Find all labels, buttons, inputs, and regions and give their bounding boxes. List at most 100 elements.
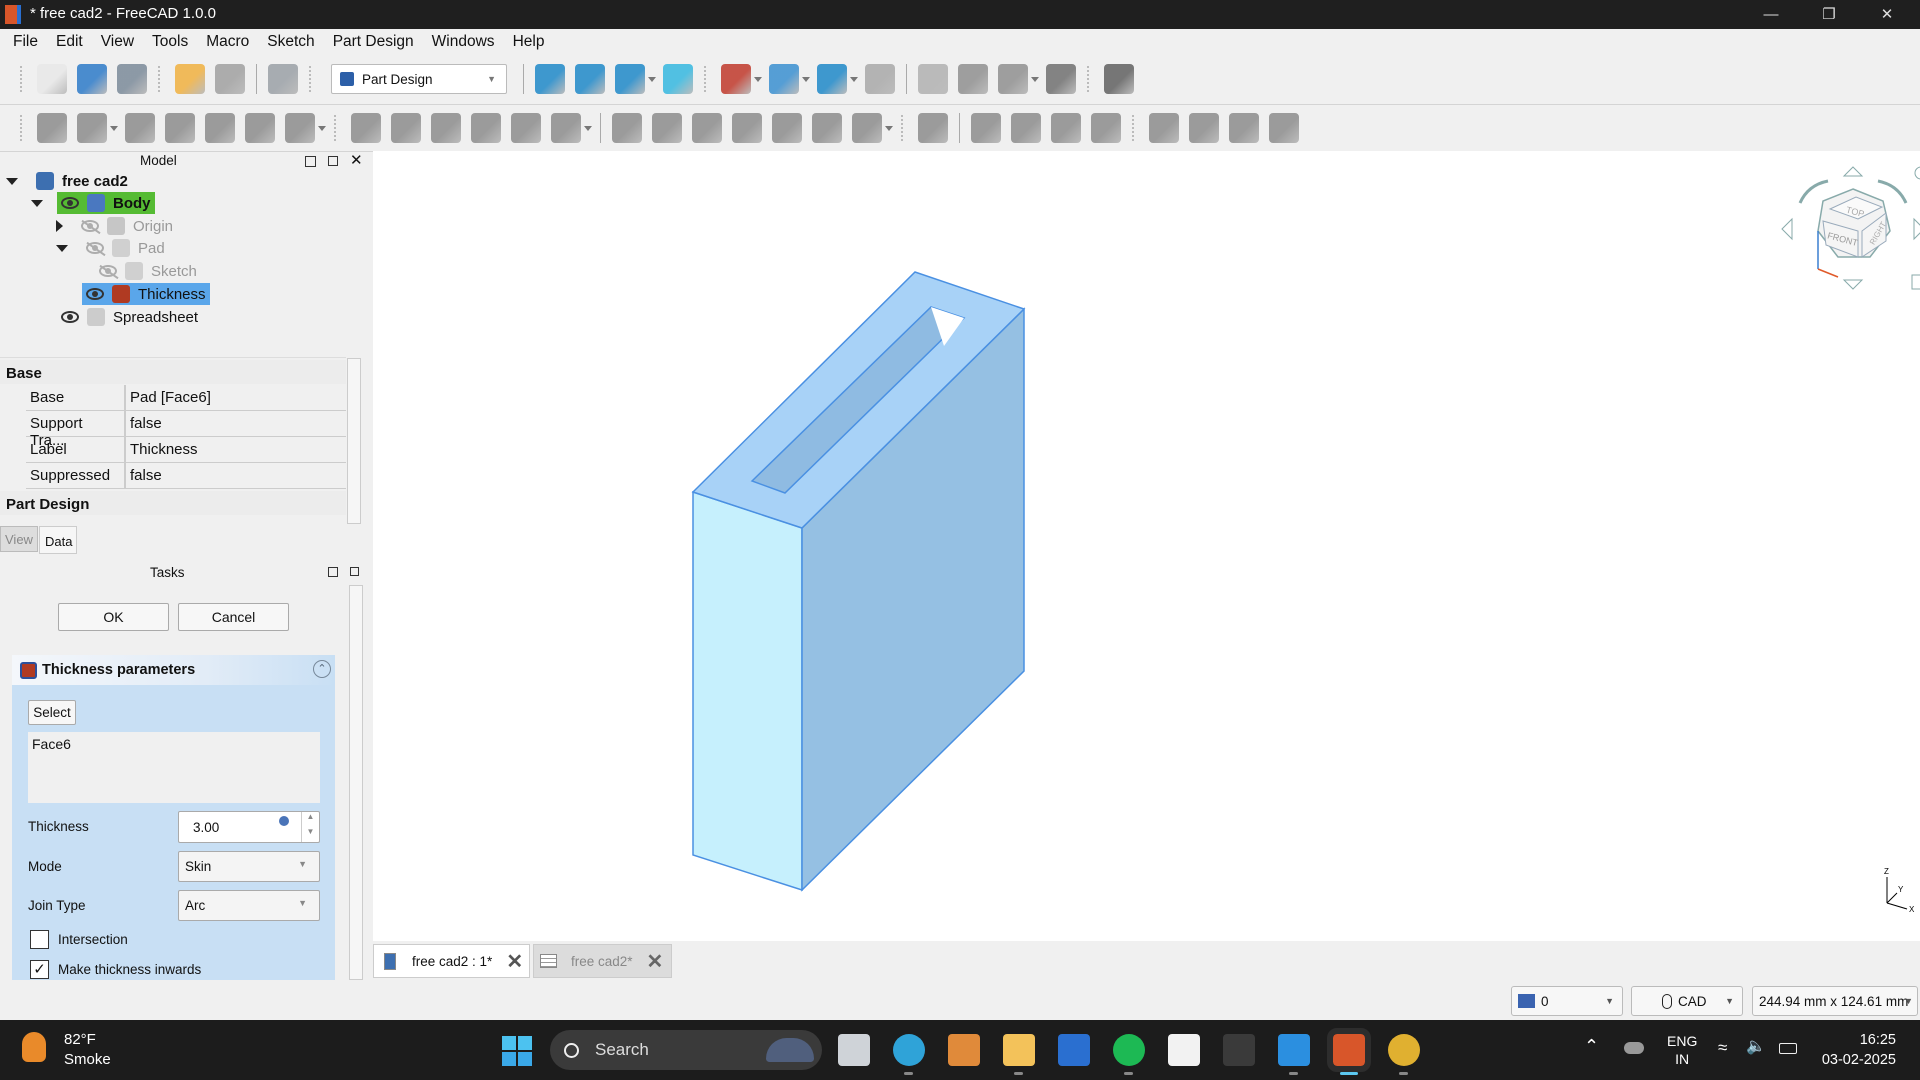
pocket-icon[interactable] xyxy=(612,113,642,143)
doc-tab-3d-view[interactable]: free cad2 : 1* ✕ xyxy=(373,944,530,978)
datum-line-icon[interactable] xyxy=(205,113,235,143)
measure-icon[interactable] xyxy=(865,64,895,94)
fit-selection-icon[interactable] xyxy=(575,64,605,94)
file-explorer-icon[interactable] xyxy=(1003,1034,1035,1066)
freecad-icon[interactable] xyxy=(1327,1028,1371,1072)
macro-icon[interactable] xyxy=(1046,64,1076,94)
property-scrollbar[interactable] xyxy=(347,358,361,524)
restore-button[interactable]: ❐ xyxy=(1800,0,1858,29)
dropdown-arrow-icon[interactable] xyxy=(584,125,592,131)
dropdown-arrow-icon[interactable] xyxy=(110,125,118,131)
menu-view[interactable]: View xyxy=(92,29,143,51)
tab-data[interactable]: Data xyxy=(39,526,77,554)
menu-windows[interactable]: Windows xyxy=(423,29,504,51)
edge-icon[interactable] xyxy=(893,1034,925,1066)
menu-help[interactable]: Help xyxy=(504,29,554,51)
dropdown-arrow-icon[interactable] xyxy=(318,125,326,131)
copilot-icon[interactable] xyxy=(948,1034,980,1066)
battery-icon[interactable] xyxy=(1779,1043,1797,1054)
dropdown-arrow-icon[interactable] xyxy=(885,125,893,131)
model-front-face[interactable] xyxy=(692,490,803,892)
refresh-icon[interactable] xyxy=(268,64,298,94)
menu-part-design[interactable]: Part Design xyxy=(324,29,423,51)
minimize-button[interactable]: — xyxy=(1742,0,1800,29)
tree-item-content[interactable]: Spreadsheet xyxy=(57,306,202,328)
navcube-roll-left-icon[interactable] xyxy=(1798,179,1829,204)
sub-shape-binder-icon[interactable] xyxy=(285,113,315,143)
menu-file[interactable]: File xyxy=(4,29,47,51)
bounding-box-icon[interactable] xyxy=(769,64,799,94)
undock-panel-icon[interactable] xyxy=(328,156,338,166)
create-sketch-icon[interactable] xyxy=(77,113,107,143)
new-document-icon[interactable] xyxy=(37,64,67,94)
tree-item-body[interactable]: Body xyxy=(31,192,155,214)
menu-sketch[interactable]: Sketch xyxy=(258,29,323,51)
chamfer-icon[interactable] xyxy=(1011,113,1041,143)
property-value[interactable]: Pad [Face6] xyxy=(126,385,215,410)
create-body-icon[interactable] xyxy=(37,113,67,143)
microsoft-store-icon[interactable] xyxy=(1168,1034,1200,1066)
expand-down-icon[interactable] xyxy=(31,199,43,207)
doc-tab-spreadsheet[interactable]: free cad2* ✕ xyxy=(533,944,672,978)
mathcad-icon[interactable] xyxy=(1058,1034,1090,1066)
ok-button[interactable]: OK xyxy=(58,603,169,631)
join-type-select[interactable]: Arc ▼ xyxy=(178,890,320,921)
toolbar-grip[interactable] xyxy=(20,66,26,92)
wifi-icon[interactable]: ≈ xyxy=(1718,1038,1727,1058)
tree-item-content[interactable]: Pad xyxy=(82,237,169,259)
weather-temp[interactable]: 82°F xyxy=(64,1031,96,1048)
volume-icon[interactable]: 🔈 xyxy=(1746,1036,1766,1056)
property-row[interactable]: Base Pad [Face6] xyxy=(26,385,346,411)
visibility-eye-icon[interactable] xyxy=(61,197,79,209)
navcube-view-menu-icon[interactable] xyxy=(1911,274,1920,290)
navcube-rotate-left-icon[interactable] xyxy=(1781,217,1793,241)
tree-item-content[interactable]: free cad2 xyxy=(32,170,132,192)
undock-tasks-icon[interactable] xyxy=(350,567,359,576)
dimensions-selector[interactable]: 244.94 mm x 124.61 mm ▼ xyxy=(1752,986,1918,1016)
cancel-button[interactable]: Cancel xyxy=(178,603,289,631)
tree-item-free-cad2[interactable]: free cad2 xyxy=(6,170,132,192)
revolution-icon[interactable] xyxy=(391,113,421,143)
3d-model[interactable] xyxy=(373,151,1920,941)
tree-item-pad[interactable]: Pad xyxy=(56,237,169,259)
zoom-icon[interactable] xyxy=(817,64,847,94)
clock[interactable]: 16:25 03-02-2025 xyxy=(1818,1030,1896,1070)
polar-pattern-icon[interactable] xyxy=(1229,113,1259,143)
hidden-eye-icon[interactable] xyxy=(81,220,99,232)
fit-all-icon[interactable] xyxy=(535,64,565,94)
make-thickness-inwards-checkbox[interactable]: ✓ xyxy=(30,960,49,979)
additive-loft-icon[interactable] xyxy=(431,113,461,143)
standard-views-icon[interactable] xyxy=(615,64,645,94)
property-row[interactable]: Suppressed false xyxy=(26,463,346,489)
face-list[interactable]: Face6 xyxy=(28,732,320,803)
dropdown-arrow-icon[interactable] xyxy=(802,76,810,82)
fillet-icon[interactable] xyxy=(971,113,1001,143)
expand-down-icon[interactable] xyxy=(6,177,18,185)
groove-icon[interactable] xyxy=(692,113,722,143)
mode-select[interactable]: Skin ▼ xyxy=(178,851,320,882)
subtractive-loft-icon[interactable] xyxy=(732,113,762,143)
datum-plane-icon[interactable] xyxy=(245,113,275,143)
show-hidden-icons-button[interactable]: ⌃ xyxy=(1584,1036,1599,1057)
additive-pipe-icon[interactable] xyxy=(471,113,501,143)
save-icon[interactable] xyxy=(117,64,147,94)
navcube-rotate-down-icon[interactable] xyxy=(1842,279,1864,290)
collapse-panel-icon[interactable]: ⌃ xyxy=(313,660,331,678)
create-part-icon[interactable] xyxy=(918,64,948,94)
chrome-icon[interactable] xyxy=(1388,1034,1420,1066)
tasks-scrollbar[interactable] xyxy=(349,585,363,980)
menu-edit[interactable]: Edit xyxy=(47,29,92,51)
dropdown-arrow-icon[interactable] xyxy=(850,76,858,82)
start-button[interactable] xyxy=(502,1036,532,1066)
language-indicator[interactable]: ENG IN xyxy=(1667,1032,1697,1068)
whats-this-icon[interactable] xyxy=(1104,64,1134,94)
draw-style-icon[interactable] xyxy=(721,64,751,94)
float-tasks-icon[interactable] xyxy=(328,567,338,577)
linear-pattern-icon[interactable] xyxy=(1189,113,1219,143)
expand-right-icon[interactable] xyxy=(56,220,63,232)
close-window-button[interactable]: ✕ xyxy=(1858,0,1916,29)
navcube-rotate-up-icon[interactable] xyxy=(1842,166,1864,177)
additive-primitive-icon[interactable] xyxy=(551,113,581,143)
property-value[interactable]: Thickness xyxy=(126,437,202,462)
create-group-icon[interactable] xyxy=(958,64,988,94)
